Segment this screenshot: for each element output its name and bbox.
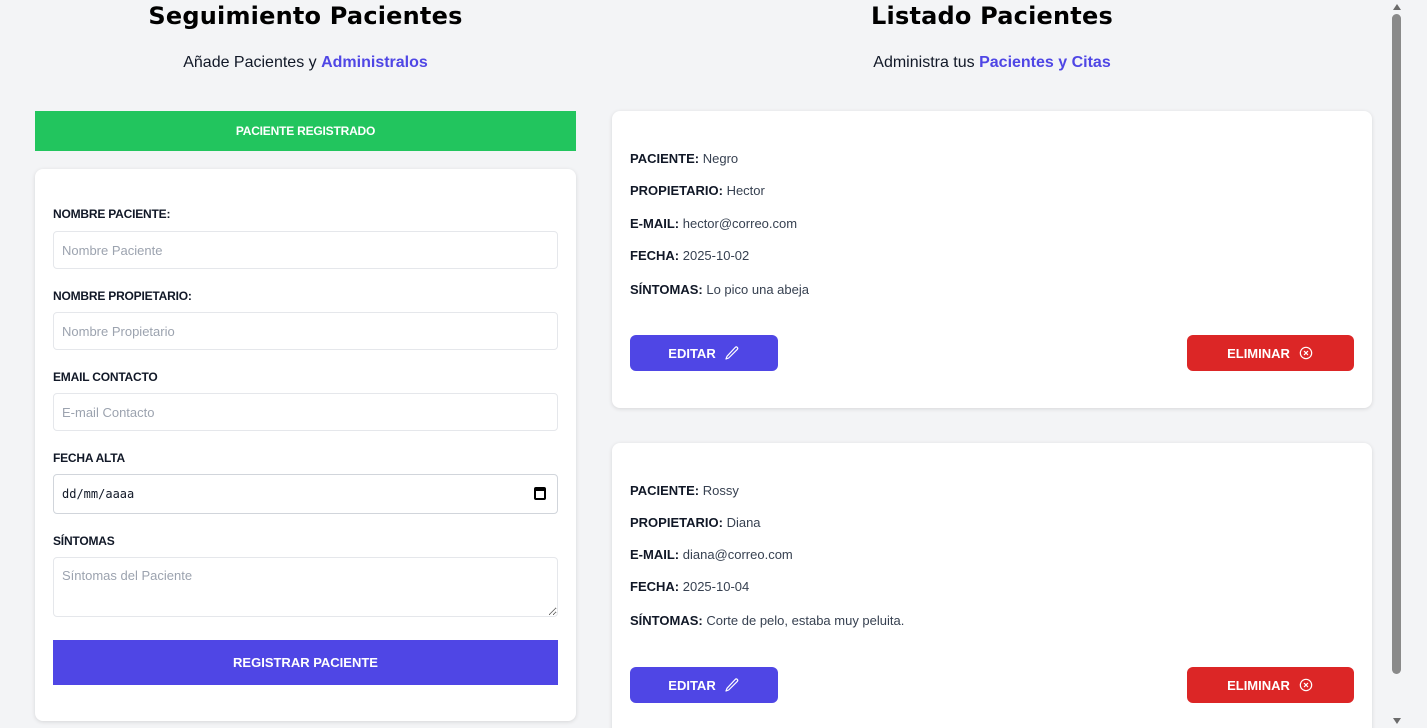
email-value: hector@correo.com xyxy=(682,216,798,231)
owner-field-label: Propietario: xyxy=(630,515,723,530)
patient-name-label: Nombre Paciente: xyxy=(53,207,171,221)
form-subtitle-accent: Administralos xyxy=(321,54,428,71)
email-label: Email Contacto xyxy=(53,370,158,384)
patient-card: Paciente: Negro Propietario: Hector E-ma… xyxy=(612,111,1372,408)
patient-name-value: Negro xyxy=(702,151,739,166)
patient-card: Paciente: Rossy Propietario: Diana E-mai… xyxy=(612,443,1372,728)
edit-button-label: Editar xyxy=(668,677,716,693)
owner-value: Hector xyxy=(726,183,765,198)
scroll-up-arrow-icon[interactable] xyxy=(1393,4,1401,10)
list-subtitle-prefix: Administra tus xyxy=(873,54,980,71)
date-field-label: Fecha: xyxy=(630,248,680,263)
date-label: Fecha Alta xyxy=(53,451,125,465)
page: Seguimiento Pacientes Añade Pacientes y … xyxy=(0,0,1391,728)
symptoms-row: Síntomas: Corte de pelo, estaba muy pelu… xyxy=(630,613,904,628)
email-row: E-mail: diana@correo.com xyxy=(630,547,793,562)
edit-button-label: Editar xyxy=(668,345,716,361)
patient-field-label: Paciente: xyxy=(630,151,700,166)
list-title: Listado Pacientes xyxy=(871,2,1113,30)
delete-button-label: Eliminar xyxy=(1227,345,1290,361)
symptoms-field-label: Síntomas: xyxy=(630,613,703,628)
list-subtitle-accent: Pacientes y Citas xyxy=(979,54,1111,71)
date-input[interactable]: dd/mm/aaaa xyxy=(53,474,558,514)
date-row: Fecha: 2025-10-04 xyxy=(630,579,749,594)
pencil-icon xyxy=(725,678,738,692)
email-field-label: E-mail: xyxy=(630,216,680,231)
symptoms-value: Lo pico una abeja xyxy=(706,282,809,297)
date-value: 2025-10-02 xyxy=(682,248,750,263)
delete-button[interactable]: Eliminar xyxy=(1187,335,1354,371)
date-row: Fecha: 2025-10-02 xyxy=(630,248,749,263)
delete-button-label: Eliminar xyxy=(1227,677,1290,693)
success-alert: PACIENTE REGISTRADO xyxy=(35,111,576,151)
form-subtitle: Añade Pacientes y Administralos xyxy=(35,54,576,72)
symptoms-label: Síntomas xyxy=(53,534,115,548)
form-subtitle-prefix: Añade Pacientes y xyxy=(183,54,322,71)
symptoms-row: Síntomas: Lo pico una abeja xyxy=(630,282,809,297)
date-field-label: Fecha: xyxy=(630,579,680,594)
x-circle-icon xyxy=(1299,678,1313,692)
date-value: 2025-10-04 xyxy=(682,579,750,594)
patient-name-row: Paciente: Rossy xyxy=(630,483,739,498)
symptoms-textarea[interactable] xyxy=(53,557,558,617)
owner-field-label: Propietario: xyxy=(630,183,723,198)
delete-button[interactable]: Eliminar xyxy=(1187,667,1354,703)
email-value: diana@correo.com xyxy=(682,547,793,562)
owner-row: Propietario: Diana xyxy=(630,515,761,530)
email-row: E-mail: hector@correo.com xyxy=(630,216,797,231)
owner-name-input[interactable] xyxy=(53,312,558,350)
date-input-value: dd/mm/aaaa xyxy=(62,487,135,501)
pencil-icon xyxy=(725,346,738,360)
list-subtitle: Administra tus Pacientes y Citas xyxy=(612,54,1372,72)
form-title: Seguimiento Pacientes xyxy=(148,2,463,30)
scrollbar-thumb[interactable] xyxy=(1392,14,1401,674)
patient-name-input[interactable] xyxy=(53,231,558,269)
x-circle-icon xyxy=(1299,346,1313,360)
symptoms-value: Corte de pelo, estaba muy peluita. xyxy=(706,613,905,628)
edit-button[interactable]: Editar xyxy=(630,335,778,371)
patient-form: Nombre Paciente: Nombre Propietario: Ema… xyxy=(35,169,576,721)
register-patient-button[interactable]: Registrar Paciente xyxy=(53,640,558,685)
symptoms-field-label: Síntomas: xyxy=(630,282,703,297)
owner-name-label: Nombre Propietario: xyxy=(53,289,192,303)
patient-name-value: Rossy xyxy=(702,483,739,498)
email-input[interactable] xyxy=(53,393,558,431)
owner-row: Propietario: Hector xyxy=(630,183,765,198)
edit-button[interactable]: Editar xyxy=(630,667,778,703)
patient-name-row: Paciente: Negro xyxy=(630,151,738,166)
email-field-label: E-mail: xyxy=(630,547,680,562)
patient-field-label: Paciente: xyxy=(630,483,700,498)
scroll-down-arrow-icon[interactable] xyxy=(1393,718,1401,724)
owner-value: Diana xyxy=(726,515,761,530)
calendar-icon[interactable] xyxy=(534,487,546,500)
